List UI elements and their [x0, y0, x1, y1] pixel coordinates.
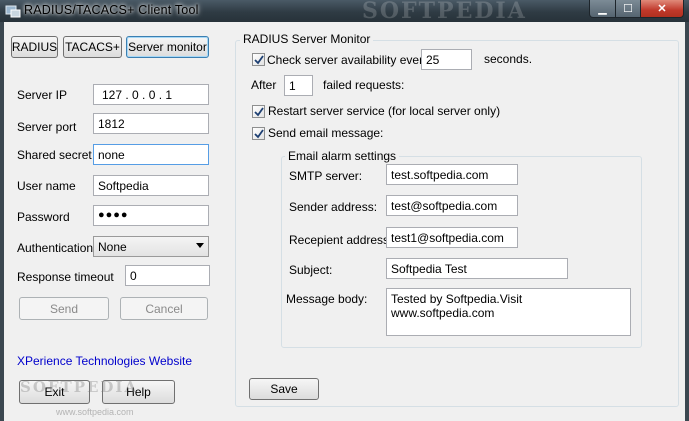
window-title: RADIUS/TACACS+ Client Tool — [24, 3, 199, 17]
shared-secret-field[interactable]: none — [93, 144, 209, 165]
website-link[interactable]: XPerience Technologies Website — [17, 354, 192, 368]
authentication-value: None — [98, 240, 127, 254]
user-name-label: User name — [17, 179, 76, 193]
password-label: Password — [17, 210, 70, 224]
smtp-server-field[interactable]: test.softpedia.com — [386, 164, 518, 185]
restart-service-checkbox[interactable] — [252, 105, 265, 118]
minimize-button[interactable]: ▁ — [589, 0, 616, 18]
tab-radius[interactable]: RADIUS — [11, 36, 58, 58]
failed-requests-field[interactable]: 1 — [284, 75, 313, 96]
server-ip-field[interactable]: 127 . 0 . 0 . 1 — [93, 84, 209, 105]
check-availability-label: Check server availability every — [267, 53, 430, 67]
authentication-select[interactable]: None — [93, 236, 209, 257]
recipient-address-field[interactable]: test1@softpedia.com — [386, 227, 518, 248]
close-icon: ✕ — [657, 3, 667, 15]
shared-secret-label: Shared secret — [17, 148, 92, 162]
tab-tacacs[interactable]: TACACS+ — [63, 36, 122, 58]
smtp-server-label: SMTP server: — [289, 169, 363, 183]
subject-label: Subject: — [289, 263, 333, 277]
seconds-label: seconds. — [484, 52, 533, 66]
interval-field[interactable]: 25 — [421, 49, 472, 70]
send-email-checkbox[interactable] — [252, 127, 265, 140]
authentication-label: Authentication — [17, 241, 94, 255]
sender-address-field[interactable]: test@softpedia.com — [386, 195, 518, 216]
send-button[interactable]: Send — [19, 297, 109, 320]
maximize-button[interactable]: ☐ — [615, 0, 641, 18]
server-port-field[interactable]: 1812 — [93, 113, 209, 134]
send-email-label: Send email message: — [268, 126, 384, 140]
message-body-label: Message body: — [286, 292, 368, 306]
window-frame-right — [685, 22, 689, 421]
window-frame-left — [0, 22, 4, 421]
server-monitor-group-title: RADIUS Server Monitor — [240, 32, 374, 46]
tab-server-monitor[interactable]: Server monitor — [126, 36, 209, 58]
title-watermark: SOFTPEDIA — [362, 0, 527, 24]
password-field[interactable]: ●●●● — [93, 205, 209, 226]
checkmark-icon — [253, 54, 264, 64]
after-label: After — [251, 78, 277, 92]
checkmark-icon — [253, 128, 264, 138]
app-icon — [5, 4, 21, 18]
minimize-icon: ▁ — [598, 3, 607, 15]
user-name-field[interactable]: Softpedia — [93, 175, 209, 196]
close-button[interactable]: ✕ — [640, 0, 684, 18]
failed-requests-label: failed requests: — [323, 78, 405, 92]
message-body-textarea[interactable]: Tested by Softpedia.Visit www.softpedia.… — [386, 288, 631, 336]
server-ip-label: Server IP — [17, 88, 68, 102]
server-port-label: Server port — [17, 120, 77, 134]
checkmark-icon — [253, 106, 264, 116]
save-button[interactable]: Save — [249, 378, 319, 400]
footer-watermark-url: www.softpedia.com — [56, 407, 134, 417]
check-availability-checkbox[interactable] — [252, 53, 265, 66]
footer-watermark: SOFTPEDIA — [20, 378, 139, 396]
sender-address-label: Sender address: — [289, 200, 378, 214]
cancel-button[interactable]: Cancel — [120, 297, 208, 320]
email-settings-group-title: Email alarm settings — [285, 149, 400, 163]
response-timeout-label: Response timeout — [17, 270, 114, 284]
subject-field[interactable]: Softpedia Test — [386, 258, 568, 279]
chevron-down-icon — [196, 243, 204, 248]
restart-service-label: Restart server service (for local server… — [268, 104, 501, 118]
recipient-address-label: Recepient address: — [289, 233, 393, 247]
response-timeout-field[interactable]: 0 — [125, 265, 210, 286]
maximize-icon: ☐ — [623, 3, 633, 15]
